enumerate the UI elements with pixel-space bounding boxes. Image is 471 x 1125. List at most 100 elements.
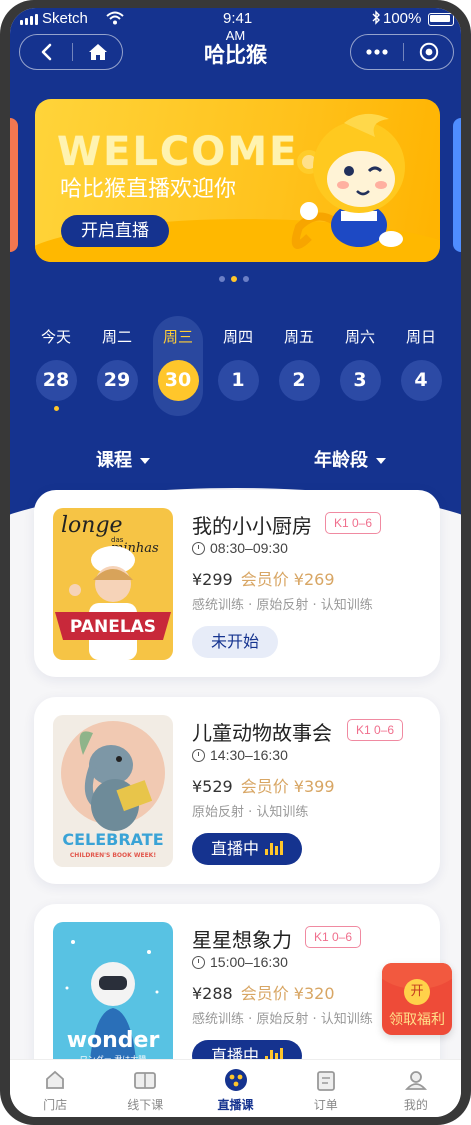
day-date: 2 [278,360,320,401]
poster-text: CHILDREN'S BOOK WEEK! [70,852,156,859]
clock-icon [192,748,205,762]
battery-percent: 100% [383,10,422,27]
hero-background [10,8,461,648]
age-tag: K1 0–6 [325,512,382,534]
red-packet-button[interactable]: 开 领取福利 [382,963,452,1035]
wifi-icon [106,11,124,25]
day-item-thu[interactable]: 周四 1 [208,322,268,401]
tab-store[interactable]: 门店 [10,1060,100,1117]
course-title: 星星想象力 [192,928,292,952]
event-dot [53,406,59,411]
poster-text: PANELAS [70,617,156,637]
device-frame: Sketch 9:41 100% AM 哈比猴 WELCOME 哈比猴直播欢迎你… [0,0,471,1125]
start-live-button[interactable]: 开启直播 [61,215,169,247]
store-icon [42,1068,68,1092]
day-label: 周六 [344,328,375,346]
day-item-today[interactable]: 今天 28 [26,322,86,411]
course-skills: 感统训练 · 原始反射 · 认知训练 [192,1012,373,1027]
bottom-tab-bar: 门店 线下课 直播课 订单 我的 [10,1059,461,1117]
signal-icon [20,14,38,25]
member-price: 会员价 ¥320 [240,984,335,1003]
tab-label: 线下课 [127,1098,164,1112]
live-now-button[interactable]: 直播中 [192,833,302,865]
next-banner-peek[interactable] [453,118,461,252]
banner-headline: WELCOME [57,129,299,175]
day-label: 周四 [222,328,253,346]
clock-time: 9:41 [223,10,253,27]
course-title: 儿童动物故事会 [192,721,332,745]
live-icon [223,1068,249,1092]
day-item-sun[interactable]: 周日 4 [391,322,451,401]
book-icon [132,1068,158,1092]
price-value: ¥529 [192,777,233,796]
live-bars-icon [265,841,283,855]
day-date: 28 [35,360,77,401]
course-poster: wonder ワンダー 君は太陽 [53,922,173,1074]
course-card[interactable]: CELEBRATE CHILDREN'S BOOK WEEK! 儿童动物故事会 … [34,697,440,884]
day-date: 3 [339,360,381,401]
carrier-name: Sketch [42,10,88,27]
course-poster: CELEBRATE CHILDREN'S BOOK WEEK! [53,715,173,867]
day-date: 29 [96,360,138,401]
more-dots-icon [366,49,388,55]
carousel-dot-active [231,276,237,282]
more-button[interactable] [351,35,403,69]
monkey-mascot-icon [291,113,405,249]
elephant-reading-illustration: CELEBRATE CHILDREN'S BOOK WEEK! [61,721,165,859]
tab-label: 门店 [43,1098,68,1112]
member-price: 会员价 ¥269 [240,570,335,589]
live-label: 直播中 [210,839,259,858]
age-tag: K1 0–6 [347,719,404,741]
price-value: ¥288 [192,984,233,1003]
not-started-button[interactable]: 未开始 [192,626,278,658]
day-date: 1 [217,360,259,401]
caret-down-icon [140,458,150,464]
bluetooth-icon [372,10,380,25]
tab-profile[interactable]: 我的 [371,1060,461,1117]
course-card[interactable]: longe das minhas PANELAS 我的小小厨房 K1 0–6 0… [34,490,440,677]
day-item-sat[interactable]: 周六 3 [330,322,390,401]
prev-banner-peek[interactable] [10,118,18,252]
day-date: 4 [400,360,442,401]
chef-child-illustration: longe das minhas PANELAS [55,513,171,660]
day-label: 周三 [162,328,193,346]
poster-text: longe [61,513,123,538]
close-miniprogram-button[interactable] [403,35,455,69]
day-label: 周五 [283,328,314,346]
course-time: 15:00–16:30 [192,954,288,970]
day-item-fri[interactable]: 周五 2 [269,322,329,401]
course-time: 08:30–09:30 [192,540,288,556]
tab-label: 订单 [313,1098,338,1112]
course-skills: 感统训练 · 原始反射 · 认知训练 [192,598,373,613]
course-filter-label: 课程 [96,450,132,471]
caret-down-icon [376,458,386,464]
tab-label: 直播课 [217,1098,254,1112]
profile-icon [403,1068,429,1092]
course-price: ¥529 会员价 ¥399 [192,773,335,797]
member-price: 会员价 ¥399 [240,777,335,796]
course-time-text: 08:30–09:30 [210,540,288,556]
tab-live-course[interactable]: 直播课 [190,1060,280,1117]
age-filter-dropdown[interactable]: 年龄段 [314,446,386,472]
order-icon [313,1068,339,1092]
day-item-tue[interactable]: 周二 29 [87,322,147,401]
tab-orders[interactable]: 订单 [281,1060,371,1117]
age-filter-label: 年龄段 [314,450,368,471]
banner-subtitle: 哈比猴直播欢迎你 [60,177,237,202]
tab-offline-course[interactable]: 线下课 [100,1060,190,1117]
day-date: 30 [157,360,199,401]
day-item-wed[interactable]: 周三 30 [148,316,208,416]
day-label: 今天 [40,328,71,346]
carousel-dot [243,276,249,282]
course-poster: longe das minhas PANELAS [53,508,173,660]
clock-icon [192,541,205,555]
tab-label: 我的 [403,1098,428,1112]
course-filter-dropdown[interactable]: 课程 [96,446,150,472]
welcome-banner[interactable]: WELCOME 哈比猴直播欢迎你 开启直播 [35,99,440,262]
app-screen: Sketch 9:41 100% AM 哈比猴 WELCOME 哈比猴直播欢迎你… [10,8,461,1117]
course-time-text: 14:30–16:30 [210,747,288,763]
course-price: ¥299 会员价 ¥269 [192,566,335,590]
nav-right-capsule [350,34,454,70]
clock-icon [192,955,205,969]
carousel-indicator [219,276,249,282]
